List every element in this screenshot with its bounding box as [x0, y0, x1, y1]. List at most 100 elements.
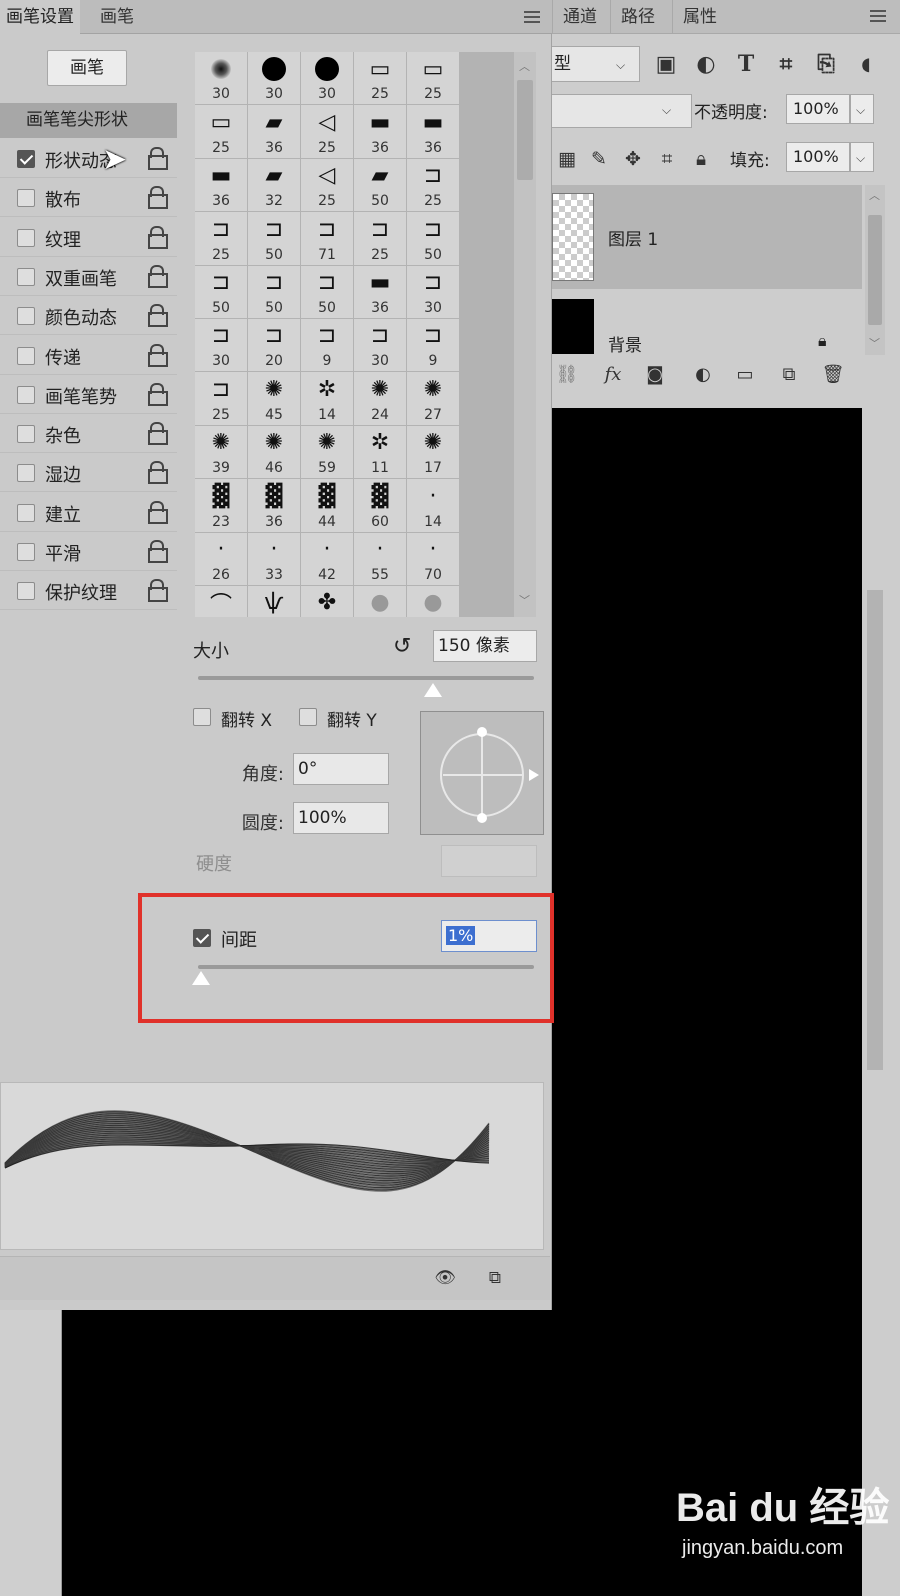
brush-preset[interactable]: ⊐ 9	[407, 318, 459, 372]
brush-preset[interactable]: · 42	[301, 532, 353, 585]
brush-preset[interactable]: ⊐ 50	[195, 265, 247, 318]
brush-preset[interactable]: ⊐ 25	[195, 372, 247, 425]
brush-preset[interactable]: ▭ 25	[354, 52, 406, 105]
option-checkbox[interactable]	[17, 346, 35, 365]
brush-preset[interactable]: ◁ 25	[301, 158, 353, 212]
lock-position-icon[interactable]: ✥	[620, 146, 646, 172]
brush-preset[interactable]: ⊐ 9	[301, 318, 353, 372]
lock-image-icon[interactable]: ✎	[586, 146, 612, 172]
unlock-icon[interactable]	[147, 147, 168, 170]
brush-preset[interactable]: ✤74	[301, 585, 353, 617]
unlock-icon[interactable]	[147, 225, 168, 249]
brush-preset[interactable]: ▭ 25	[407, 52, 459, 105]
roundness-handle[interactable]	[477, 727, 487, 737]
blend-mode-select[interactable]: ⌵	[550, 94, 692, 128]
option-checkbox[interactable]	[17, 267, 35, 286]
roundness-input[interactable]: 100%	[293, 802, 389, 834]
brush-preset[interactable]: ⊐ 30	[195, 318, 247, 372]
brush-preset[interactable]: ⊐ 30	[354, 318, 406, 372]
brush-tip-shape-item[interactable]: 画笔笔尖形状	[0, 103, 177, 138]
brush-preset[interactable]: ●95	[354, 585, 406, 617]
brush-preset[interactable]: 30	[195, 52, 247, 105]
option-checkbox[interactable]	[17, 150, 35, 168]
image-filter-icon[interactable]: ▣	[650, 48, 682, 80]
brush-preset[interactable]: ▰ 36	[248, 105, 300, 158]
option-checkbox[interactable]	[17, 582, 35, 601]
brush-preset[interactable]: ✺ 46	[248, 425, 300, 479]
new-layer-icon[interactable]: ⧉	[776, 362, 802, 386]
adjustment-filter-icon[interactable]: ◐	[690, 48, 722, 80]
layer-row[interactable]: 背景 🔒︎	[550, 291, 862, 354]
brush-preset[interactable]: · 70	[407, 532, 459, 585]
fill-input[interactable]: 100%	[786, 142, 850, 172]
panel-menu-icon[interactable]	[524, 11, 540, 23]
size-slider-track[interactable]	[198, 676, 534, 680]
unlock-icon[interactable]	[147, 186, 168, 210]
angle-roundness-preview[interactable]	[420, 711, 544, 835]
option-checkbox[interactable]	[17, 228, 35, 247]
brush-option-item[interactable]: 画笔笔势	[0, 376, 177, 414]
create-new-brush-icon[interactable]: ⧉	[482, 1266, 508, 1290]
tab-channels[interactable]: 通道	[552, 0, 607, 34]
size-slider-thumb[interactable]	[424, 683, 443, 697]
option-checkbox[interactable]	[17, 307, 35, 326]
brush-preset[interactable]: ▓ 36	[248, 479, 300, 532]
opacity-input[interactable]: 100%	[786, 94, 850, 124]
document-canvas[interactable]	[550, 408, 862, 1596]
brush-option-item[interactable]: 双重画笔	[0, 258, 177, 296]
brush-preset[interactable]: ✺ 39	[195, 425, 247, 479]
brush-preset[interactable]: · 14	[407, 479, 459, 532]
unlock-icon[interactable]	[147, 422, 168, 446]
brush-preset[interactable]: ⊐ 50	[301, 265, 353, 318]
brush-preset[interactable]: ◁ 25	[301, 105, 353, 158]
brush-preset[interactable]: ⌒112	[195, 585, 247, 617]
scrollbar-thumb[interactable]	[867, 590, 883, 1070]
brush-preset[interactable]: ✲ 14	[301, 372, 353, 425]
brush-preset[interactable]: ⊐ 30	[407, 265, 459, 318]
preset-scrollbar[interactable]: ︿ ﹀	[514, 52, 536, 617]
brush-preset[interactable]: ▰ 32	[248, 158, 300, 212]
brush-preset[interactable]: ⊐ 50	[407, 212, 459, 265]
brush-preset[interactable]: ▭ 25	[195, 105, 247, 158]
unlock-icon[interactable]	[147, 382, 168, 406]
brush-preset[interactable]: ▬ 36	[354, 265, 406, 318]
option-checkbox[interactable]	[17, 385, 35, 404]
flip-y-checkbox[interactable]	[299, 708, 317, 726]
option-checkbox[interactable]	[17, 543, 35, 561]
brush-preset[interactable]: ✺ 59	[301, 425, 353, 479]
scroll-down-icon[interactable]: ﹀	[869, 335, 880, 351]
toggle-live-tip-preview-icon[interactable]: 👁︎	[432, 1266, 458, 1290]
tab-properties[interactable]: 属性	[672, 0, 727, 34]
brush-preset[interactable]: ▬ 36	[195, 158, 247, 212]
unlock-icon[interactable]	[147, 264, 168, 288]
brush-preset[interactable]: ⊐ 20	[248, 318, 300, 372]
brushes-button[interactable]: 画笔	[47, 50, 127, 86]
brush-preset[interactable]: · 33	[248, 532, 300, 585]
unlock-icon[interactable]	[147, 579, 168, 603]
layers-scrollbar[interactable]: ︿ ﹀	[865, 185, 885, 355]
adjustment-layer-icon[interactable]: ◐	[690, 362, 716, 386]
brush-preset[interactable]: ▰ 50	[354, 158, 406, 212]
brush-preset[interactable]: · 26	[195, 532, 247, 585]
brush-preset[interactable]: ▬ 36	[407, 105, 459, 158]
brush-option-item[interactable]: 形状动态	[0, 140, 177, 178]
scrollbar-thumb[interactable]	[868, 215, 882, 325]
shape-filter-icon[interactable]: ⌗	[770, 48, 802, 80]
brush-preset[interactable]: · 55	[354, 532, 406, 585]
size-input[interactable]: 150 像素	[433, 630, 537, 662]
brush-preset[interactable]: ▓ 23	[195, 479, 247, 532]
brush-preset[interactable]: ⊐ 25	[407, 158, 459, 212]
scrollbar-thumb[interactable]	[517, 80, 533, 180]
filter-toggle-icon[interactable]: ◖	[850, 48, 882, 80]
brush-preset[interactable]: 30	[301, 52, 353, 105]
brush-option-item[interactable]: 湿边	[0, 454, 177, 493]
tab-paths[interactable]: 路径	[610, 0, 665, 34]
brush-option-item[interactable]: 颜色动态	[0, 297, 177, 336]
unlock-icon[interactable]	[147, 500, 168, 524]
brush-preset[interactable]: ⊐ 25	[354, 212, 406, 265]
tab-brushes[interactable]: 画笔	[94, 0, 140, 34]
unlock-icon[interactable]	[147, 461, 168, 485]
unlock-icon[interactable]	[147, 540, 168, 563]
roundness-handle[interactable]	[477, 813, 487, 823]
scroll-down-icon[interactable]: ﹀	[519, 592, 530, 608]
